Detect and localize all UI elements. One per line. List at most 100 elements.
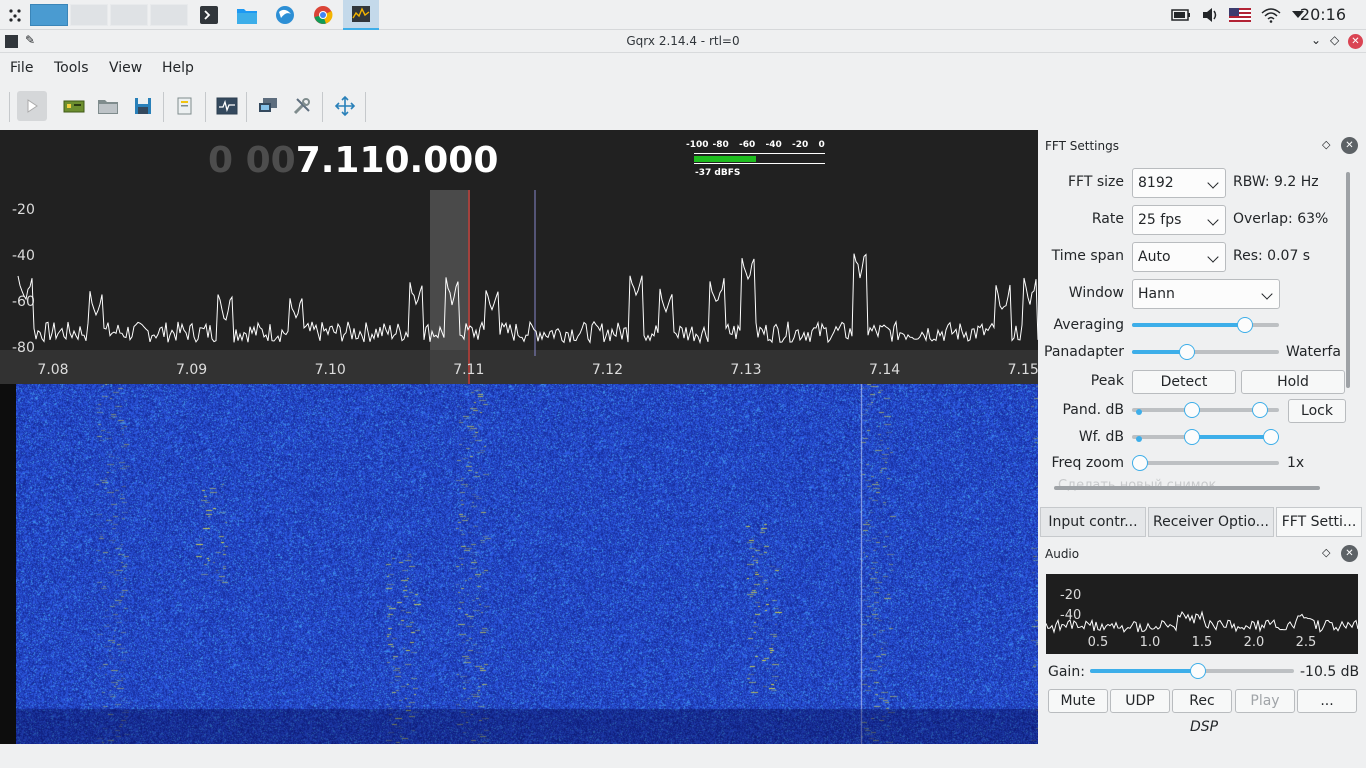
audio-x-tick-label: 2.0 <box>1244 635 1265 650</box>
menu-tools[interactable]: Tools <box>54 60 89 76</box>
panel-close-icon[interactable]: ✕ <box>1341 545 1358 562</box>
audio-trace <box>1046 610 1358 634</box>
menu-help[interactable]: Help <box>162 60 194 76</box>
overlap-readout: Overlap: 63% <box>1233 211 1329 227</box>
audio-x-tick-label: 0.5 <box>1088 635 1109 650</box>
waterfall-icon[interactable] <box>212 91 242 121</box>
audio-gain-slider[interactable] <box>1090 663 1294 679</box>
rate-combo[interactable]: 25 fps <box>1132 205 1226 235</box>
window-titlebar[interactable]: ✎ Gqrx 2.14.4 - rtl=0 ⌄ ◇ ✕ <box>0 31 1366 53</box>
io-devices-icon[interactable] <box>59 91 89 121</box>
close-icon[interactable]: ✕ <box>1348 34 1363 49</box>
wf-db-low-handle[interactable] <box>1184 429 1200 445</box>
spectrum-panadapter[interactable]: -20 -40 -60 -80 7.08 7.09 7.10 7.11 7.12 7.13 7.14… <box>0 130 1038 384</box>
audio-fft-plot[interactable]: -20 -40 0.5 1.0 1.5 2.0 2.5 <box>1046 574 1358 654</box>
open-icon[interactable] <box>93 91 123 121</box>
audio-x-tick-label: 1.0 <box>1140 635 1161 650</box>
tab-input-controls[interactable]: Input contr... <box>1040 507 1146 537</box>
maximize-icon[interactable]: ◇ <box>1330 33 1339 47</box>
gqrx-icon[interactable] <box>343 0 379 30</box>
fft-size-value: 8192 <box>1138 175 1174 191</box>
browser-blue-icon[interactable] <box>273 3 297 27</box>
center-fft-icon[interactable] <box>330 91 360 121</box>
menu-file[interactable]: File <box>10 60 33 76</box>
frequency-leading-digits[interactable]: 0 00 <box>208 140 296 181</box>
rate-value: 25 fps <box>1138 212 1182 228</box>
play-button[interactable]: Play <box>1235 689 1295 713</box>
file-manager-icon[interactable] <box>235 3 259 27</box>
rec-button[interactable]: Rec <box>1172 689 1232 713</box>
settings-icon[interactable] <box>287 91 317 121</box>
mute-button[interactable]: Mute <box>1048 689 1108 713</box>
meter-fill <box>694 156 757 162</box>
freq-zoom-label: Freq zoom <box>1051 455 1124 471</box>
chrome-icon[interactable] <box>311 3 335 27</box>
hold-button[interactable]: Hold <box>1241 370 1345 394</box>
pand-db-range-slider[interactable] <box>1132 402 1279 418</box>
meter-scale: -100 -80 -60 -40 -20 0 <box>684 140 828 152</box>
desktop-pager-2[interactable] <box>70 4 108 26</box>
freq-zoom-handle[interactable] <box>1132 455 1148 471</box>
wifi-icon[interactable] <box>1260 3 1282 27</box>
detect-button[interactable]: Detect <box>1132 370 1236 394</box>
x-tick-label: 7.12 <box>592 362 623 378</box>
battery-icon[interactable] <box>1170 3 1192 27</box>
res-readout: Res: 0.07 s <box>1233 248 1311 264</box>
panel-close-icon[interactable]: ✕ <box>1341 137 1358 154</box>
window-value: Hann <box>1138 286 1175 302</box>
lock-button[interactable]: Lock <box>1288 399 1346 423</box>
fft-horizontal-scrollbar[interactable] <box>1054 486 1320 490</box>
udp-button[interactable]: UDP <box>1110 689 1170 713</box>
waterfall-canvas[interactable] <box>16 384 1038 744</box>
chevron-down-icon <box>1261 288 1273 300</box>
fft-panel-title: FFT Settings <box>1045 139 1119 153</box>
us-flag-icon[interactable] <box>1228 3 1252 27</box>
menu-view[interactable]: View <box>109 60 142 76</box>
waterfall-display[interactable] <box>16 384 1038 744</box>
spectrum-plot[interactable]: -20-40-60-807.08 7.09 7.10 7.11 7.12 7.13 7.14… <box>0 130 1038 384</box>
float-icon[interactable]: ◇ <box>1322 546 1330 559</box>
pand-db-high-handle[interactable] <box>1252 402 1268 418</box>
time-span-combo[interactable]: Auto <box>1132 242 1226 272</box>
frequency-readout[interactable]: 0 007.110.000 <box>208 140 498 181</box>
x-tick-label: 7.15 <box>1008 362 1038 378</box>
tab-fft-settings[interactable]: FFT Setti... <box>1276 507 1362 537</box>
save-icon[interactable] <box>128 91 158 121</box>
frequency-main-digits[interactable]: 7.110.000 <box>296 140 499 181</box>
tab-receiver-options[interactable]: Receiver Optio... <box>1148 507 1274 537</box>
float-icon[interactable]: ◇ <box>1322 138 1330 151</box>
dsp-label: DSP <box>1190 719 1219 735</box>
fft-vertical-scrollbar[interactable] <box>1346 172 1350 388</box>
audio-y-tick-label: -20 <box>1060 588 1081 603</box>
taskbar: 20:16 <box>0 0 1366 30</box>
desktop-pager-4[interactable] <box>150 4 188 26</box>
pan-wf-slider-handle[interactable] <box>1179 344 1196 360</box>
remote-control-icon[interactable] <box>170 91 200 121</box>
waterfall-gutter <box>0 384 16 744</box>
minimize-icon[interactable]: ⌄ <box>1311 33 1321 47</box>
freq-zoom-slider[interactable] <box>1132 455 1279 471</box>
averaging-slider[interactable] <box>1132 317 1279 333</box>
audio-options-button[interactable]: ... <box>1297 689 1357 713</box>
fft-size-combo[interactable]: 8192 <box>1132 168 1226 198</box>
peak-label: Peak <box>1090 373 1124 389</box>
averaging-slider-handle[interactable] <box>1236 317 1253 333</box>
clock[interactable]: 20:16 <box>1300 5 1346 24</box>
pan-wf-split-slider[interactable] <box>1132 344 1279 360</box>
window-combo[interactable]: Hann <box>1132 279 1280 309</box>
audio-gain-handle[interactable] <box>1189 663 1206 679</box>
launcher-icon[interactable] <box>4 3 26 27</box>
wf-db-high-handle[interactable] <box>1263 429 1279 445</box>
start-icon[interactable] <box>17 91 47 121</box>
gain-label: Gain: <box>1048 664 1085 680</box>
desktop-pager-3[interactable] <box>110 4 148 26</box>
network-icon[interactable] <box>253 91 283 121</box>
volume-icon[interactable] <box>1200 3 1222 27</box>
wf-db-range-slider[interactable] <box>1132 429 1279 445</box>
terminal-icon[interactable] <box>198 3 220 27</box>
audio-x-tick-label: 2.5 <box>1296 635 1317 650</box>
desktop-pager-1[interactable] <box>30 4 68 26</box>
audio-spectrum: -20-400.5 1.0 1.5 2.0 2.5 <box>1046 588 1358 650</box>
x-tick-label: 7.10 <box>315 362 346 378</box>
pand-db-low-handle[interactable] <box>1184 402 1200 418</box>
